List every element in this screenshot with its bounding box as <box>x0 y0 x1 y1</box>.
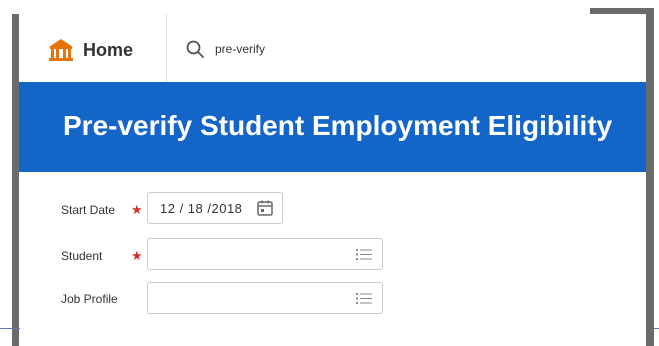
frame-left-border <box>12 14 19 346</box>
home-button[interactable]: Home <box>47 36 133 64</box>
header-divider <box>166 14 167 82</box>
home-label: Home <box>83 39 134 60</box>
search-input[interactable] <box>215 42 465 56</box>
student-label: Student <box>61 249 103 263</box>
start-date-row: Start Date ★ 12 / 18 /2018 <box>19 192 646 226</box>
student-row: Student ★ <box>19 238 646 272</box>
page-title: Pre-verify Student Employment Eligibilit… <box>63 110 613 141</box>
student-field[interactable] <box>147 238 383 270</box>
start-date-label: Start Date <box>61 203 116 217</box>
top-bar: Home <box>19 14 646 82</box>
bottom-divider-right <box>654 328 659 329</box>
page-banner: Pre-verify Student Employment Eligibilit… <box>19 82 646 172</box>
magnifier-icon[interactable] <box>185 39 205 59</box>
start-date-value: 12 / 18 /2018 <box>160 201 243 216</box>
frame-right-border <box>646 8 654 346</box>
start-date-field[interactable]: 12 / 18 /2018 <box>147 192 283 224</box>
eligibility-form: Start Date ★ 12 / 18 /2018 Student ★ Job… <box>19 172 646 346</box>
calendar-icon[interactable] <box>256 199 274 217</box>
required-indicator: ★ <box>131 248 143 263</box>
bottom-divider-left <box>0 328 20 329</box>
university-building-icon <box>49 39 73 61</box>
job-profile-label: Job Profile <box>61 292 118 306</box>
prompt-list-icon[interactable] <box>356 292 372 305</box>
required-indicator: ★ <box>131 202 143 217</box>
prompt-list-icon[interactable] <box>356 248 372 261</box>
search-bar[interactable] <box>185 36 485 62</box>
job-profile-field[interactable] <box>147 282 383 314</box>
job-profile-row: Job Profile <box>19 282 646 316</box>
